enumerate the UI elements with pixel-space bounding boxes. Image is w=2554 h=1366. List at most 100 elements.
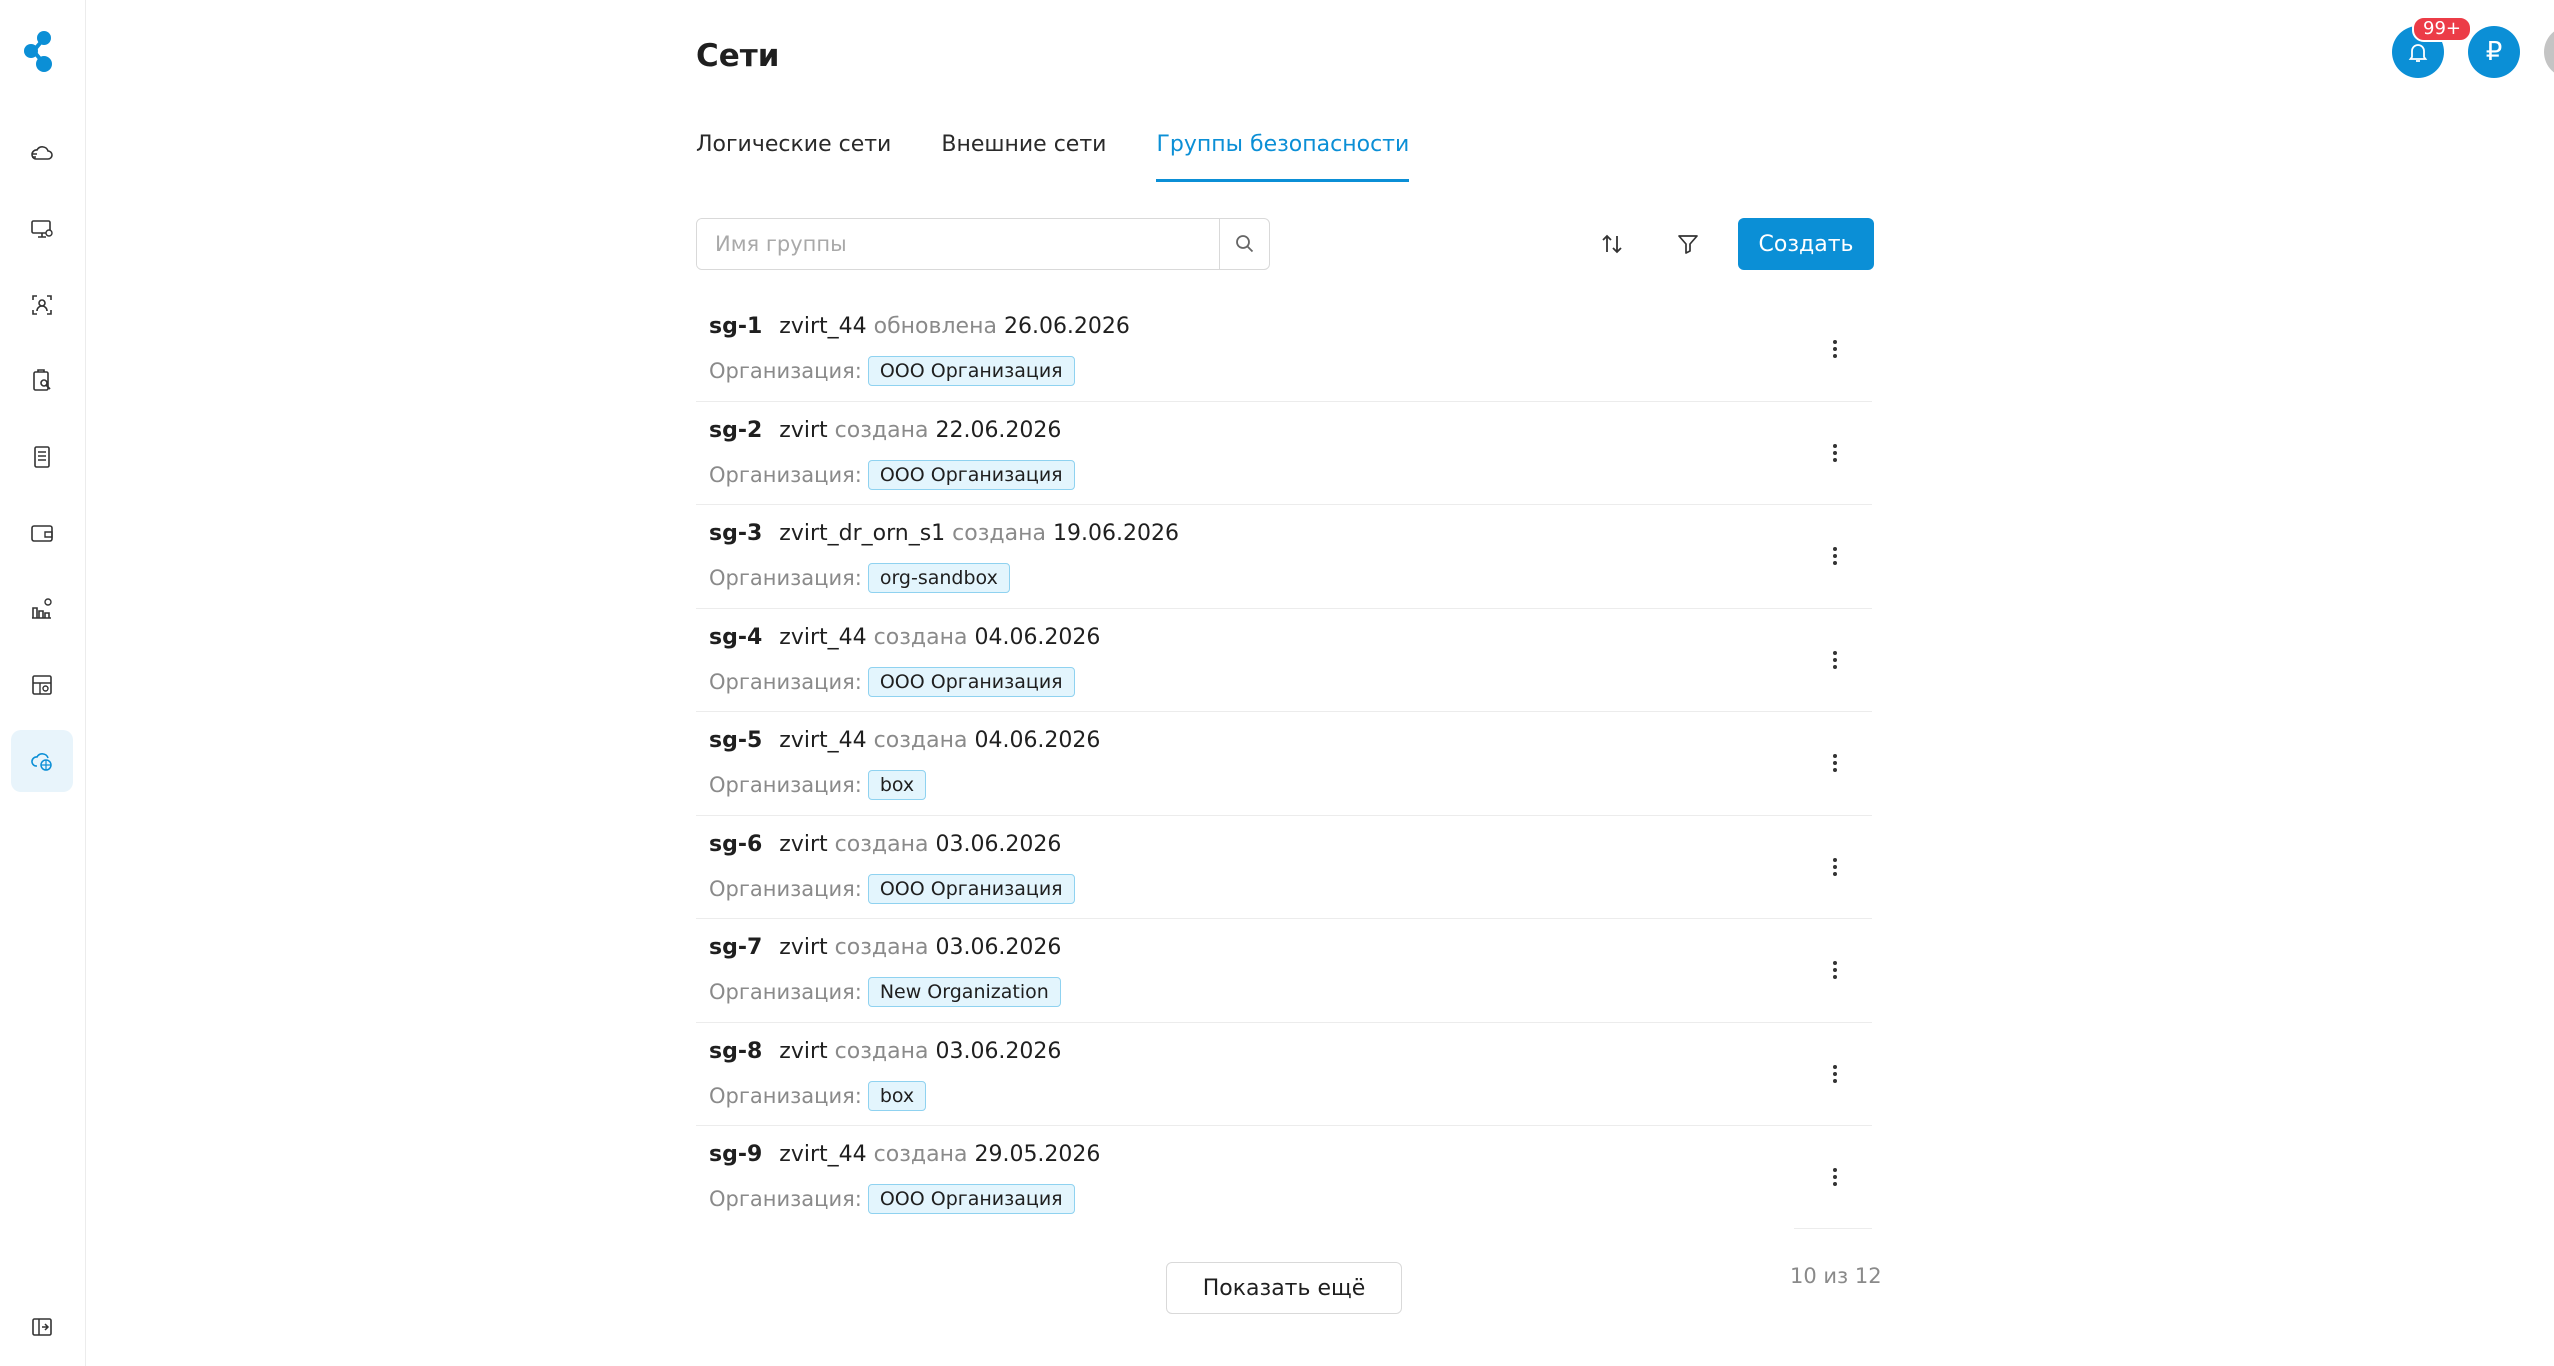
scan-user-icon [32,295,52,315]
item-menu-button[interactable] [1820,541,1850,571]
create-button[interactable]: Создать [1738,218,1874,270]
item-action: создана [834,417,929,443]
item-menu-button[interactable] [1820,645,1850,675]
item-name[interactable]: sg-5 [709,728,762,753]
chart-settings-icon [32,598,52,619]
org-tag: box [867,770,927,800]
search-button[interactable] [1219,219,1269,269]
item-menu-button[interactable] [1820,334,1850,364]
list-item[interactable]: sg-7 zvirt создана 03.06.2026 Организаци… [696,919,1872,1023]
org-label: Организация: [709,1083,862,1108]
item-menu-button[interactable] [1820,438,1850,468]
tab-logical-networks[interactable]: Логические сети [696,128,891,182]
item-owner: zvirt [779,935,828,960]
document-list-icon [34,446,50,468]
item-name[interactable]: sg-4 [709,625,762,650]
tabs: Логические сети Внешние сети Группы безо… [696,128,1459,182]
kebab-menu-icon [1833,340,1837,358]
kebab-menu-icon [1833,443,1837,462]
sidebar-item-documents[interactable] [11,426,73,488]
item-menu-button[interactable] [1820,1059,1850,1089]
item-action: создана [952,521,1046,546]
list-item[interactable]: sg-5 zvirt_44 создана 04.06.2026 Организ… [696,712,1872,816]
sidebar-item-vms[interactable] [11,198,73,260]
list-item[interactable]: sg-2 zvirt создана 22.06.2026 Организаци… [696,402,1872,505]
org-tag: ООО Организация [867,666,1075,697]
list-item[interactable]: sg-3 zvirt_dr_orn_s1 создана 19.06.2026 … [696,505,1872,609]
notifications-button[interactable]: 99+ [2392,16,2472,78]
sidebar-item-cloud[interactable] [11,122,73,184]
item-owner: zvirt [779,831,828,857]
currency-symbol: ₽ [2485,37,2503,67]
sidebar-item-networks[interactable] [11,730,73,792]
item-menu-button[interactable] [1820,1162,1850,1192]
item-summary: sg-1 zvirt_44 обновлена 26.06.2026 [709,314,1130,339]
security-groups-list: sg-1 zvirt_44 обновлена 26.06.2026 Орган… [696,298,1872,1230]
monitor-settings-icon [31,220,53,238]
search-input[interactable] [697,219,1219,269]
list-item[interactable]: sg-8 zvirt создана 03.06.2026 Организаци… [696,1023,1872,1126]
items-counter: 10 из 12 [1790,1264,1882,1288]
item-owner: zvirt_44 [779,624,867,650]
item-menu-button[interactable] [1820,852,1850,882]
avatar[interactable] [2544,26,2554,78]
wallet-icon [31,525,53,542]
search-box [696,218,1270,270]
dashboard-settings-icon [32,675,52,695]
kebab-menu-icon [1833,754,1837,772]
item-name[interactable]: sg-1 [709,314,762,339]
org-label: Организация: [709,669,862,694]
item-org: Организация: box [709,770,927,800]
item-name[interactable]: sg-7 [709,935,762,960]
item-summary: sg-9 zvirt_44 создана 29.05.2026 [709,1142,1100,1167]
notification-badge: 99+ [2412,16,2472,42]
clipboard-search-icon [33,369,51,391]
org-label: Организация: [709,462,862,487]
list-divider [1794,1228,1872,1229]
bell-icon [2408,44,2428,62]
tab-external-networks[interactable]: Внешние сети [941,128,1106,182]
tab-security-groups[interactable]: Группы безопасности [1156,128,1410,182]
sidebar-item-audit[interactable] [11,350,73,412]
item-summary: sg-5 zvirt_44 создана 04.06.2026 [709,728,1100,753]
list-item[interactable]: sg-6 zvirt создана 03.06.2026 Организаци… [696,816,1872,919]
show-more-button[interactable]: Показать ещё [1166,1262,1402,1314]
sidebar-item-access[interactable] [11,274,73,336]
kebab-menu-icon [1833,857,1837,876]
item-menu-button[interactable] [1820,955,1850,985]
page-title: Сети [696,38,780,74]
filter-icon [1678,235,1698,254]
sidebar-item-services[interactable] [11,654,73,716]
filter-button[interactable] [1662,218,1714,270]
sidebar [0,0,86,1366]
item-name[interactable]: sg-6 [709,832,762,857]
item-name[interactable]: sg-8 [709,1039,762,1064]
app-logo[interactable] [22,30,62,74]
item-date: 29.05.2026 [974,1142,1101,1167]
item-org: Организация: org-sandbox [709,563,1010,593]
item-summary: sg-2 zvirt создана 22.06.2026 [709,418,1061,443]
item-name[interactable]: sg-3 [709,521,762,546]
list-item[interactable]: sg-4 zvirt_44 создана 04.06.2026 Организ… [696,609,1872,712]
item-name[interactable]: sg-2 [709,418,762,443]
sidebar-item-monitoring[interactable] [11,578,73,640]
sidebar-item-billing[interactable] [11,502,73,564]
topbar-actions: 99+ ₽ [2314,16,2554,82]
sidebar-collapse-button[interactable] [11,1296,73,1358]
balance-button[interactable]: ₽ [2468,26,2520,78]
item-date: 03.06.2026 [935,831,1062,857]
item-owner: zvirt_44 [779,728,867,753]
logo-icon [24,31,52,72]
item-action: создана [873,624,968,650]
item-menu-button[interactable] [1820,748,1850,778]
item-name[interactable]: sg-9 [709,1142,762,1167]
org-label: Организация: [709,980,862,1004]
org-label: Организация: [709,876,862,901]
item-action: обновлена [873,314,997,339]
item-org: Организация: ООО Организация [709,666,1075,697]
item-date: 04.06.2026 [974,728,1101,753]
list-item[interactable]: sg-9 zvirt_44 создана 29.05.2026 Организ… [696,1126,1872,1230]
list-item[interactable]: sg-1 zvirt_44 обновлена 26.06.2026 Орган… [696,298,1872,402]
item-summary: sg-6 zvirt создана 03.06.2026 [709,832,1061,857]
sort-button[interactable] [1586,218,1638,270]
